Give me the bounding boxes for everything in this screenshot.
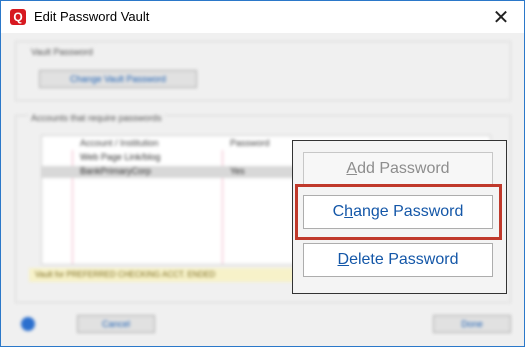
table-header-account: Account / Institution xyxy=(80,138,159,148)
edit-password-vault-window: Q Edit Password Vault ✕ Vault Password C… xyxy=(0,0,525,347)
done-button[interactable]: Done xyxy=(433,315,511,333)
add-password-accelerator: A xyxy=(346,160,358,177)
quicken-app-icon: Q xyxy=(10,9,26,25)
delete-password-button[interactable]: Delete Password xyxy=(303,243,493,277)
add-password-label-part: dd Password xyxy=(357,160,450,177)
vault-password-group-label: Vault Password xyxy=(29,47,95,57)
row-password-status: Yes xyxy=(230,166,245,176)
change-password-accelerator: h xyxy=(344,203,354,220)
password-actions-popup: Add Password Change Password Delete Pass… xyxy=(292,140,507,294)
table-header-password: Password xyxy=(230,138,270,148)
change-password-label-part: ange Password xyxy=(353,203,464,220)
title-bar: Q Edit Password Vault ✕ xyxy=(1,1,524,33)
change-vault-password-button[interactable]: Change Vault Password xyxy=(39,70,197,88)
change-password-label-part: C xyxy=(332,203,345,220)
help-icon[interactable] xyxy=(21,317,35,331)
row-account-name: Web Page Link/blog xyxy=(80,152,161,162)
add-password-button[interactable]: Add Password xyxy=(303,152,493,186)
change-password-button[interactable]: Change Password xyxy=(303,195,493,229)
close-icon[interactable]: ✕ xyxy=(478,1,524,33)
delete-password-accelerator: D xyxy=(337,251,350,268)
cancel-button[interactable]: Cancel xyxy=(77,315,155,333)
delete-password-label-part: elete Password xyxy=(349,251,459,268)
accounts-group-label: Accounts that require passwords xyxy=(29,113,164,123)
window-title: Edit Password Vault xyxy=(34,9,150,24)
row-account-name: BankPrimaryCorp xyxy=(80,166,152,176)
status-strip-text: Vault for PREFERRED CHECKING ACCT. ENDED xyxy=(35,270,216,279)
